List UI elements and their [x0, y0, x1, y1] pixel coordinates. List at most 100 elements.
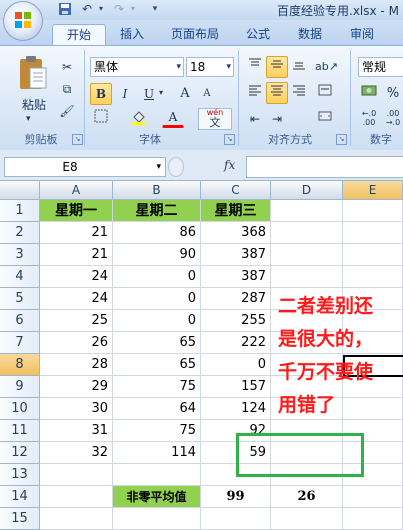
font-name-box[interactable]: 黑体 ▾ [90, 57, 184, 77]
cell-b9[interactable]: 75 [113, 376, 201, 398]
cell-b3[interactable]: 90 [113, 244, 201, 266]
italic-button[interactable]: I [114, 83, 136, 105]
underline-dropdown-icon[interactable]: ▾ [159, 88, 163, 97]
chevron-down-icon[interactable]: ▾ [156, 158, 161, 176]
row-header-13[interactable]: 13 [0, 464, 40, 486]
cell-a11[interactable]: 31 [40, 420, 113, 442]
redo-icon[interactable]: ↷ [112, 2, 126, 16]
formula-input[interactable] [246, 156, 403, 178]
row-header-4[interactable]: 4 [0, 266, 40, 288]
row-header-9[interactable]: 9 [0, 376, 40, 398]
row-header-12[interactable]: 12 [0, 442, 40, 464]
orientation-icon[interactable]: ab↗ [314, 56, 338, 78]
increase-indent-icon[interactable]: ⇥ [266, 108, 288, 130]
cell-e3[interactable] [343, 244, 403, 266]
borders-icon[interactable] [90, 108, 112, 130]
cell-d14[interactable]: 26 [271, 486, 343, 508]
grow-font-button[interactable]: A [174, 83, 196, 105]
cell-a8[interactable]: 28 [40, 354, 113, 376]
cell-d3[interactable] [271, 244, 343, 266]
cell-a10[interactable]: 30 [40, 398, 113, 420]
cell-b11[interactable]: 75 [113, 420, 201, 442]
cell-a14[interactable] [40, 486, 113, 508]
cell-c3[interactable]: 387 [201, 244, 271, 266]
row-header-14[interactable]: 14 [0, 486, 40, 508]
name-box[interactable]: E8 ▾ [4, 157, 166, 177]
accounting-format-icon[interactable] [358, 83, 380, 105]
cell-e4[interactable] [343, 266, 403, 288]
tab-insert[interactable]: 插入 [112, 24, 152, 45]
format-painter-icon[interactable]: 🖌 [56, 100, 78, 122]
redo-dropdown-icon[interactable]: ▾ [126, 2, 140, 16]
cell-d15[interactable] [271, 508, 343, 530]
cell-d4[interactable] [271, 266, 343, 288]
cell-a9[interactable]: 29 [40, 376, 113, 398]
paste-button[interactable] [16, 54, 48, 92]
save-icon[interactable] [58, 2, 72, 16]
cell-a7[interactable]: 26 [40, 332, 113, 354]
cell-e1[interactable] [343, 200, 403, 222]
row-header-11[interactable]: 11 [0, 420, 40, 442]
number-format-box[interactable]: 常规 [358, 57, 403, 77]
column-header-b[interactable]: B [113, 181, 201, 200]
cell-b13[interactable] [113, 464, 201, 486]
row-header-8[interactable]: 8 [0, 354, 40, 376]
cell-a13[interactable] [40, 464, 113, 486]
align-center-icon[interactable] [266, 82, 288, 104]
cell-a5[interactable]: 24 [40, 288, 113, 310]
clipboard-launcher-icon[interactable]: ↘ [72, 134, 83, 145]
percent-style-icon[interactable]: % [382, 83, 403, 105]
cell-e2[interactable] [343, 222, 403, 244]
cell-c14[interactable]: 99 [201, 486, 271, 508]
cell-b6[interactable]: 0 [113, 310, 201, 332]
column-header-e[interactable]: E [343, 181, 403, 200]
cell-c2[interactable]: 368 [201, 222, 271, 244]
phonetic-button[interactable]: wén 文 [198, 108, 232, 130]
cell-c10[interactable]: 124 [201, 398, 271, 420]
customize-qat-icon[interactable]: ▾ [148, 2, 162, 16]
column-header-c[interactable]: C [201, 181, 271, 200]
tab-formulas[interactable]: 公式 [238, 24, 278, 45]
row-header-1[interactable]: 1 [0, 200, 40, 222]
decrease-decimal-icon[interactable]: .00 →.0 [382, 108, 403, 130]
cell-a4[interactable]: 24 [40, 266, 113, 288]
cell-b4[interactable]: 0 [113, 266, 201, 288]
cell-c15[interactable] [201, 508, 271, 530]
cell-b2[interactable]: 86 [113, 222, 201, 244]
cell-e15[interactable] [343, 508, 403, 530]
cell-b1[interactable]: 星期二 [113, 200, 201, 222]
select-all-corner[interactable] [0, 181, 40, 200]
cell-b5[interactable]: 0 [113, 288, 201, 310]
undo-icon[interactable]: ↶ [80, 2, 94, 16]
decrease-indent-icon[interactable]: ⇤ [244, 108, 266, 130]
tab-data[interactable]: 数据 [290, 24, 330, 45]
tab-review[interactable]: 审阅 [342, 24, 382, 45]
insert-function-icon[interactable]: fx [224, 158, 235, 172]
font-color-button[interactable]: A [162, 108, 184, 128]
align-right-icon[interactable] [288, 82, 310, 104]
align-left-icon[interactable] [244, 82, 266, 104]
font-launcher-icon[interactable]: ↘ [224, 134, 235, 145]
underline-button[interactable]: U [138, 83, 160, 105]
align-bottom-icon[interactable] [288, 56, 310, 78]
cell-c4[interactable]: 387 [201, 266, 271, 288]
cell-a6[interactable]: 25 [40, 310, 113, 332]
align-middle-icon[interactable] [266, 56, 288, 78]
undo-dropdown-icon[interactable]: ▾ [94, 2, 108, 16]
shrink-font-button[interactable]: A [196, 83, 218, 105]
column-header-d[interactable]: D [271, 181, 343, 200]
office-button[interactable] [3, 1, 43, 41]
increase-decimal-icon[interactable]: ←.0.00 [358, 108, 380, 130]
cell-a15[interactable] [40, 508, 113, 530]
formula-bar-resize-handle[interactable] [168, 157, 184, 177]
cell-c1[interactable]: 星期三 [201, 200, 271, 222]
chevron-down-icon[interactable]: ▾ [226, 58, 231, 76]
paste-dropdown-icon[interactable]: ▾ [26, 114, 31, 124]
cell-c9[interactable]: 157 [201, 376, 271, 398]
row-header-5[interactable]: 5 [0, 288, 40, 310]
font-size-box[interactable]: 18 ▾ [186, 57, 234, 77]
column-header-a[interactable]: A [40, 181, 113, 200]
bold-button[interactable]: B [90, 83, 112, 105]
cell-c5[interactable]: 287 [201, 288, 271, 310]
row-header-2[interactable]: 2 [0, 222, 40, 244]
